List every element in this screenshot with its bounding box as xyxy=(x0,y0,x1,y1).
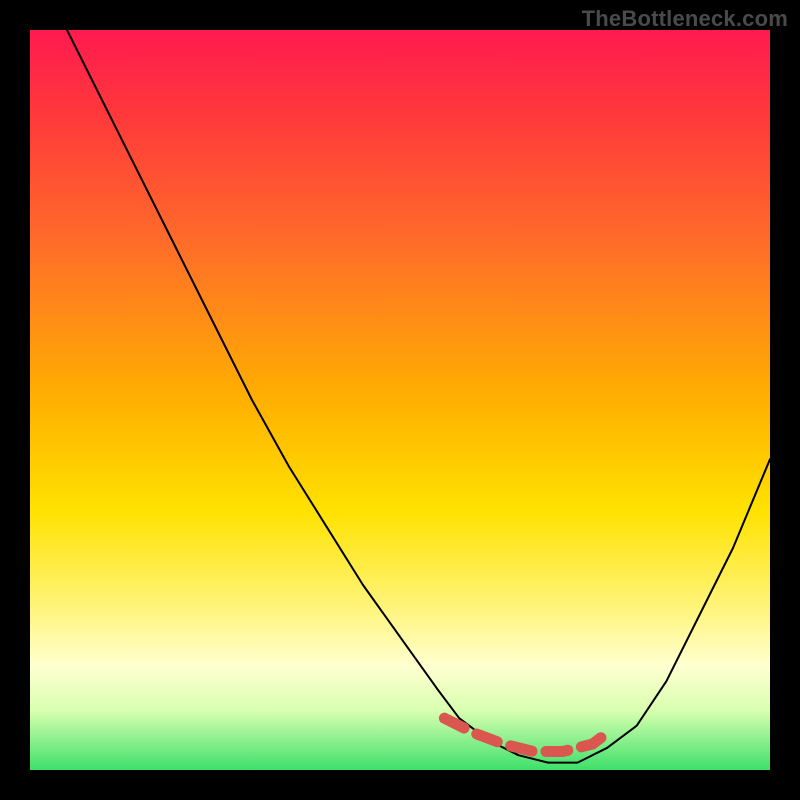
min-region-marker xyxy=(444,718,607,751)
watermark-text: TheBottleneck.com xyxy=(582,6,788,32)
plot-area xyxy=(30,30,770,770)
chart-frame: TheBottleneck.com xyxy=(0,0,800,800)
bottleneck-curve xyxy=(67,30,770,763)
chart-svg xyxy=(30,30,770,770)
